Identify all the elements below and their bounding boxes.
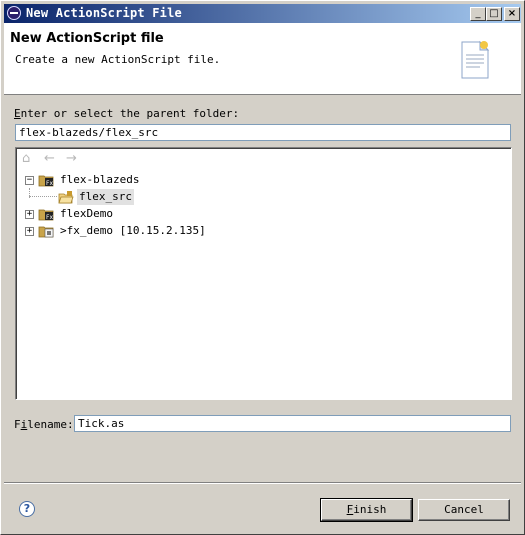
footer-separator [4, 482, 521, 484]
folder-tree[interactable]: ⌂ ← → − Fx flex-blazeds flex_src + Fx fl… [15, 147, 512, 400]
svg-text:Fx: Fx [46, 180, 53, 187]
window-title: New ActionScript File [26, 6, 182, 20]
help-icon[interactable]: ? [19, 501, 35, 517]
shared-project-icon [38, 226, 54, 238]
tree-item-label: flex-blazeds [60, 173, 140, 186]
new-file-wizard-icon [461, 40, 490, 79]
finish-button[interactable]: Finish [320, 498, 413, 522]
filename-label-pre: F [14, 418, 21, 431]
parent-folder-input[interactable]: flex-blazeds/flex_src [15, 124, 511, 141]
back-arrow-icon[interactable]: ← [44, 152, 60, 166]
source-folder-icon [58, 191, 74, 204]
filename-label-post: lename: [27, 418, 74, 431]
svg-text:Fx: Fx [46, 214, 53, 221]
maximize-button[interactable]: □ [486, 7, 502, 21]
close-button[interactable]: × [504, 7, 520, 21]
expand-toggle[interactable]: + [25, 210, 34, 219]
finish-label: inish [353, 503, 387, 516]
title-bar[interactable]: New ActionScript File _ □ × [4, 4, 521, 23]
parent-folder-label-text: nter or select the parent folder: [20, 107, 240, 120]
tree-item-label: flex_src [77, 189, 134, 205]
tree-item-flexdemo[interactable]: + Fx flexDemo [16, 206, 316, 223]
flex-project-icon: Fx [38, 175, 53, 187]
tree-item-flex-blazeds[interactable]: − Fx flex-blazeds [16, 172, 316, 189]
eclipse-app-icon [7, 6, 21, 20]
filename-input[interactable]: Tick.as [74, 415, 511, 432]
parent-folder-label: Enter or select the parent folder: [14, 107, 239, 120]
page-title: New ActionScript file [10, 31, 164, 46]
collapse-toggle[interactable]: − [25, 176, 34, 185]
page-description: Create a new ActionScript file. [15, 53, 221, 66]
tree-item-fx-demo[interactable]: + >fx_demo [10.15.2.135] [16, 223, 316, 240]
flex-project-icon: Fx [38, 209, 53, 221]
tree-item-label: flexDemo [60, 207, 113, 220]
parent-folder-label-accel: E [14, 107, 21, 120]
new-actionscript-file-dialog: New ActionScript File _ □ × New ActionSc… [0, 0, 525, 535]
tree-item-flex-src[interactable]: flex_src [16, 189, 316, 206]
tree-item-label: >fx_demo [10.15.2.135] [60, 224, 206, 237]
minimize-button[interactable]: _ [470, 7, 486, 21]
home-icon[interactable]: ⌂ [22, 152, 38, 166]
expand-toggle[interactable]: + [25, 227, 34, 236]
wizard-header: New ActionScript file Create a new Actio… [4, 23, 521, 95]
forward-arrow-icon[interactable]: → [66, 152, 82, 166]
cancel-button[interactable]: Cancel [418, 499, 510, 521]
filename-label: Filename: [14, 418, 74, 431]
tree-nav-bar: ⌂ ← → [16, 148, 511, 170]
